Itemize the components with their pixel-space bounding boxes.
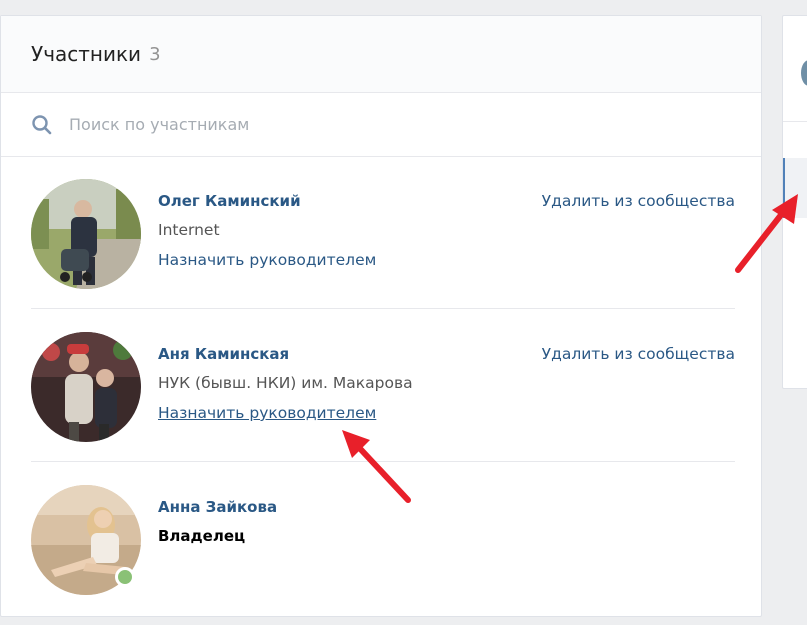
members-panel: Участники 3 Поиск по участникам Олег Кам… bbox=[0, 15, 762, 617]
avatar[interactable] bbox=[31, 179, 141, 289]
divider bbox=[31, 308, 735, 309]
member-subtitle: Internet bbox=[158, 221, 220, 239]
make-manager-link[interactable]: Назначить руководителем bbox=[158, 404, 376, 422]
member-subtitle: НУК (бывш. НКИ) им. Макарова bbox=[158, 374, 413, 392]
community-avatar[interactable] bbox=[801, 60, 807, 86]
divider bbox=[783, 121, 807, 122]
avatar[interactable] bbox=[31, 332, 141, 442]
member-name[interactable]: Аня Каминская bbox=[158, 345, 289, 363]
remove-member-link[interactable]: Удалить из сообщества bbox=[542, 345, 735, 363]
member-row: Аня Каминская НУК (бывш. НКИ) им. Макаро… bbox=[1, 312, 761, 462]
member-name[interactable]: Анна Зайкова bbox=[158, 498, 277, 516]
search-input[interactable] bbox=[67, 114, 671, 135]
online-indicator bbox=[115, 567, 135, 587]
search-icon bbox=[31, 114, 53, 136]
side-menu-panel bbox=[782, 15, 807, 389]
side-menu-item-active[interactable] bbox=[783, 158, 807, 218]
search-bar bbox=[1, 93, 761, 157]
members-header: Участники 3 bbox=[1, 16, 761, 93]
members-title: Участники bbox=[31, 42, 142, 66]
member-row: Олег Каминский Internet Назначить руково… bbox=[1, 159, 761, 309]
member-name[interactable]: Олег Каминский bbox=[158, 192, 301, 210]
divider bbox=[31, 461, 735, 462]
member-role: Владелец bbox=[158, 527, 246, 545]
member-row: Анна Зайкова Владелец bbox=[1, 465, 761, 615]
active-marker bbox=[783, 158, 785, 218]
remove-member-link[interactable]: Удалить из сообщества bbox=[542, 192, 735, 210]
members-count: 3 bbox=[149, 43, 161, 65]
make-manager-link[interactable]: Назначить руководителем bbox=[158, 251, 376, 269]
